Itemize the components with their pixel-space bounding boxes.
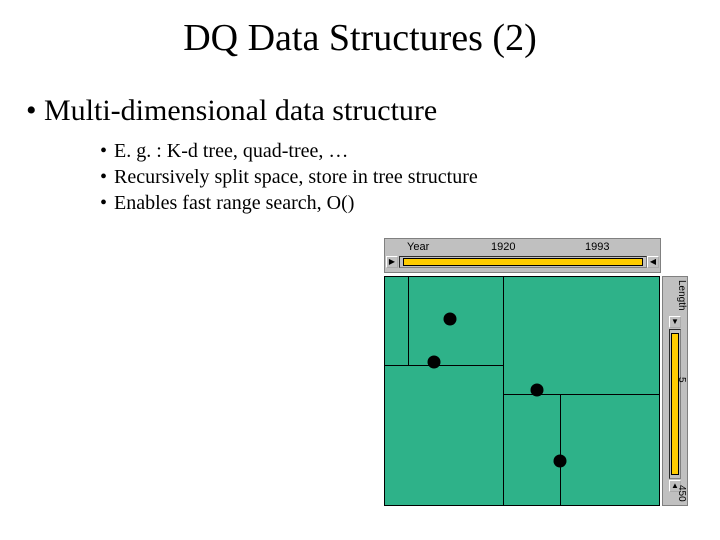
year-slider-track[interactable] [399,256,647,268]
bullet-level1: •Multi-dimensional data structure [26,94,437,128]
data-point [428,356,441,369]
bullet-dot: • [100,192,114,215]
bullet-text: E. g. : K-d tree, quad-tree, … [114,140,348,162]
kd-tree-plot [384,276,660,506]
year-slider-fill[interactable] [403,258,643,266]
data-point [444,313,457,326]
bullet-level2: •Recursively split space, store in tree … [100,166,478,189]
data-point [531,384,544,397]
split-line [560,394,561,505]
arrow-left-icon[interactable]: ◀ [647,256,659,268]
data-point [554,455,567,468]
slide: DQ Data Structures (2) •Multi-dimensiona… [0,0,720,540]
bullet-dot: • [100,166,114,189]
figure: Year 1920 1993 ▶ ◀ Length ▼ ▲ 5 450 [384,238,688,508]
split-line [503,277,504,505]
length-slider-track[interactable] [669,329,681,479]
arrow-down-icon[interactable]: ▼ [669,316,681,328]
bullet-dot: • [26,94,44,128]
bullet-level2: •E. g. : K-d tree, quad-tree, … [100,140,348,163]
bullet-text: Multi-dimensional data structure [44,94,437,127]
length-slider[interactable]: Length ▼ ▲ 5 450 [662,276,688,506]
split-line [408,277,409,365]
split-line [385,365,503,366]
length-slider-fill[interactable] [671,333,679,475]
bullet-text: Enables fast range search, O() [114,192,354,214]
year-slider-label: Year [407,241,429,253]
length-slider-label: Length [663,280,687,311]
arrow-right-icon[interactable]: ▶ [386,256,398,268]
year-slider-min: 1920 [491,241,515,253]
slide-title: DQ Data Structures (2) [0,16,720,60]
split-line [503,394,659,395]
length-slider-min: 5 [663,377,687,383]
length-slider-max: 450 [663,485,687,502]
year-slider-max: 1993 [585,241,609,253]
bullet-text: Recursively split space, store in tree s… [114,166,478,188]
year-slider[interactable]: Year 1920 1993 ▶ ◀ [384,238,661,273]
bullet-level2: •Enables fast range search, O() [100,192,354,215]
bullet-dot: • [100,140,114,163]
